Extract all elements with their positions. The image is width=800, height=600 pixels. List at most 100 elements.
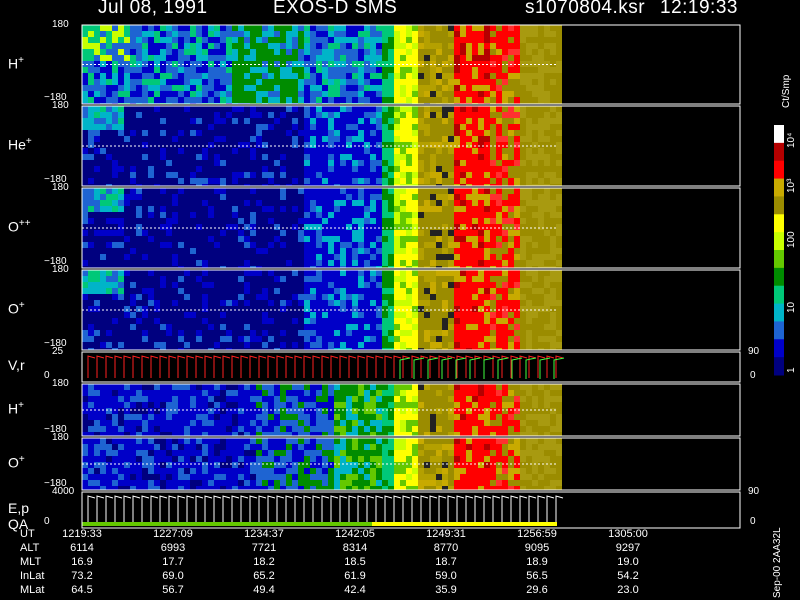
h-plus-2-cell bbox=[184, 414, 190, 420]
o-plus-1-cell bbox=[184, 336, 190, 342]
o-plus-1-cell bbox=[274, 294, 280, 300]
o-plus-1-cell bbox=[340, 330, 346, 336]
he-plus-cell bbox=[538, 124, 544, 130]
he-plus-cell bbox=[94, 154, 100, 160]
h-plus-1-cell bbox=[292, 31, 298, 37]
o-plus-plus-cell bbox=[316, 206, 322, 212]
o-plus-1-cell bbox=[286, 306, 292, 312]
h-plus-1-cell bbox=[118, 73, 124, 79]
he-plus-cell bbox=[376, 148, 382, 154]
h-plus-1-cell bbox=[166, 43, 172, 49]
h-plus-1-cell bbox=[124, 37, 130, 43]
h-plus-1-cell bbox=[418, 43, 424, 49]
h-plus-2-cell bbox=[244, 390, 250, 396]
o-plus-plus-cell bbox=[334, 254, 340, 260]
h-plus-2-cell bbox=[376, 408, 382, 414]
h-plus-1-cell bbox=[310, 85, 316, 91]
h-plus-1-cell bbox=[424, 97, 430, 103]
he-plus-cell bbox=[382, 136, 388, 142]
h-plus-2-cell bbox=[208, 414, 214, 420]
o-plus-plus-cell bbox=[118, 218, 124, 224]
o-plus-plus-cell bbox=[82, 212, 88, 218]
h-plus-1-cell bbox=[226, 91, 232, 97]
o-plus-1-cell bbox=[532, 282, 538, 288]
h-plus-1-cell bbox=[418, 55, 424, 61]
he-plus-cell bbox=[502, 136, 508, 142]
o-plus-1-cell bbox=[496, 288, 502, 294]
o-plus-plus-cell bbox=[262, 188, 268, 194]
o-plus-plus-cell bbox=[148, 236, 154, 242]
o-plus-plus-cell bbox=[538, 254, 544, 260]
o-plus-plus-cell bbox=[136, 242, 142, 248]
o-plus-1-cell bbox=[334, 336, 340, 342]
spectrogram-canvas bbox=[81, 24, 784, 529]
h-plus-2-cell bbox=[286, 414, 292, 420]
h-plus-1-cell bbox=[94, 55, 100, 61]
he-plus-cell bbox=[418, 166, 424, 172]
o-plus-plus-cell bbox=[352, 188, 358, 194]
he-plus-cell bbox=[268, 154, 274, 160]
h-plus-2-cell bbox=[112, 408, 118, 414]
h-plus-1-cell bbox=[478, 31, 484, 37]
he-plus-cell bbox=[472, 112, 478, 118]
o-plus-plus-cell bbox=[244, 212, 250, 218]
he-plus-cell bbox=[106, 106, 112, 112]
o-plus-plus-cell bbox=[148, 194, 154, 200]
o-plus-1-cell bbox=[496, 336, 502, 342]
h-plus-1-cell bbox=[196, 55, 202, 61]
o-plus-plus-cell bbox=[496, 212, 502, 218]
o-plus-1-cell bbox=[532, 330, 538, 336]
o-plus-1-cell bbox=[262, 270, 268, 276]
o-plus-1-cell bbox=[154, 300, 160, 306]
o-plus-plus-cell bbox=[382, 230, 388, 236]
h-plus-1-cell bbox=[406, 97, 412, 103]
o-plus-1-cell bbox=[376, 342, 382, 348]
o-plus-plus-cell bbox=[154, 200, 160, 206]
o-plus-plus-cell bbox=[274, 206, 280, 212]
he-plus-cell bbox=[82, 178, 88, 184]
h-plus-2-cell bbox=[268, 408, 274, 414]
o-plus-plus-cell bbox=[184, 194, 190, 200]
h-plus-1-cell bbox=[148, 97, 154, 103]
he-plus-cell bbox=[154, 130, 160, 136]
o-plus-plus-cell bbox=[94, 188, 100, 194]
he-plus-cell bbox=[328, 166, 334, 172]
o-plus-1-cell bbox=[550, 276, 556, 282]
h-plus-1-cell bbox=[460, 25, 466, 31]
he-plus-cell bbox=[106, 154, 112, 160]
he-plus-cell bbox=[232, 172, 238, 178]
o-plus-plus-cell bbox=[502, 188, 508, 194]
he-plus-cell bbox=[394, 112, 400, 118]
h-plus-1-cell bbox=[526, 49, 532, 55]
o-plus-plus-cell bbox=[124, 212, 130, 218]
o-plus-plus-cell bbox=[118, 230, 124, 236]
o-plus-plus-cell bbox=[142, 236, 148, 242]
h-plus-1-cell bbox=[178, 67, 184, 73]
h-plus-1-cell bbox=[334, 43, 340, 49]
o-plus-1-cell bbox=[436, 294, 442, 300]
h-plus-1-cell bbox=[460, 73, 466, 79]
h-plus-1-cell bbox=[100, 73, 106, 79]
he-plus-cell bbox=[130, 106, 136, 112]
o-plus-plus-cell bbox=[454, 218, 460, 224]
o-plus-plus-cell bbox=[280, 242, 286, 248]
o-plus-plus-cell bbox=[280, 194, 286, 200]
o-plus-plus-cell bbox=[82, 248, 88, 254]
h-plus-1-cell bbox=[436, 55, 442, 61]
o-plus-1-cell bbox=[352, 300, 358, 306]
o-plus-plus-cell bbox=[310, 230, 316, 236]
o-plus-1-cell bbox=[238, 336, 244, 342]
o-plus-plus-cell bbox=[436, 218, 442, 224]
h-plus-1-cell bbox=[256, 73, 262, 79]
h-plus-1-cell bbox=[160, 55, 166, 61]
he-plus-cell bbox=[358, 154, 364, 160]
h-plus-1-cell bbox=[364, 37, 370, 43]
o-plus-1-cell bbox=[364, 282, 370, 288]
o-plus-1-cell bbox=[154, 324, 160, 330]
o-plus-1-cell bbox=[502, 276, 508, 282]
o-plus-plus-cell bbox=[310, 254, 316, 260]
h-plus-2-cell bbox=[178, 426, 184, 432]
h-plus-2-cell bbox=[394, 402, 400, 408]
h-plus-1-cell bbox=[184, 55, 190, 61]
he-plus-cell bbox=[184, 118, 190, 124]
